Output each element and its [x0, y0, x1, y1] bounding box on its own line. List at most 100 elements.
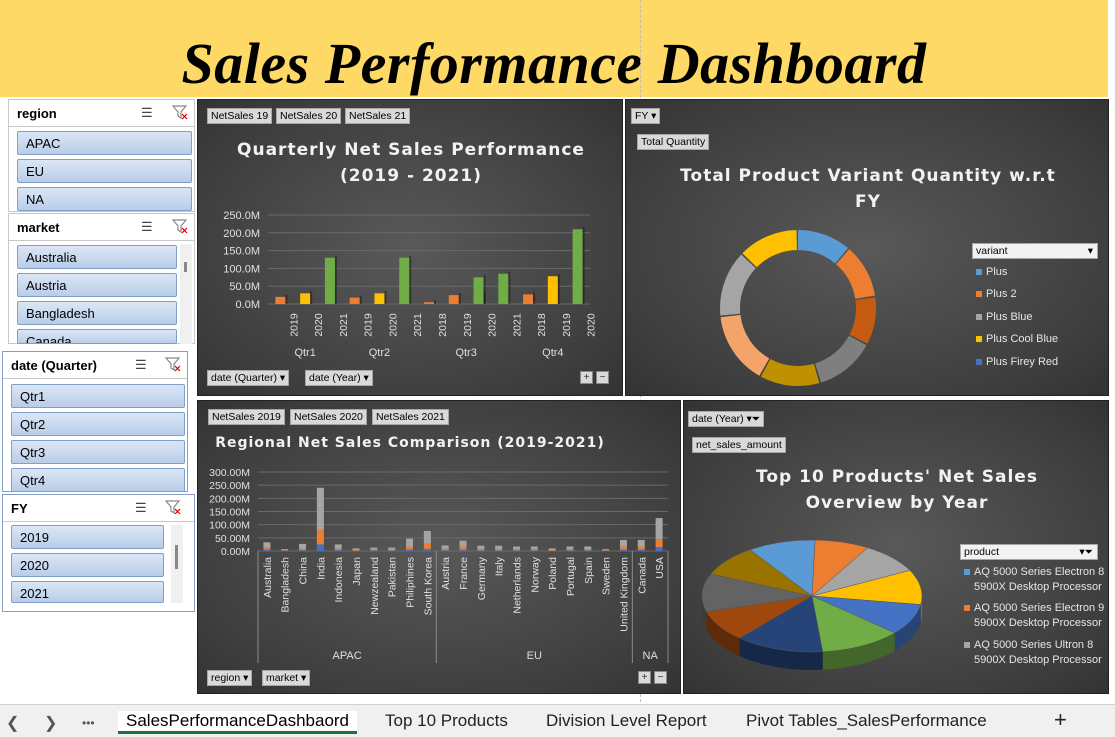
stacked-bar	[423, 530, 431, 544]
slicer-item-bangladesh[interactable]: Bangladesh	[17, 301, 177, 325]
y-tick-label: 100.00M	[209, 520, 250, 532]
tab-pivot-tables[interactable]: Pivot Tables_SalesPerformance	[746, 711, 987, 731]
top10-products-chart[interactable]: date (Year) ▾⏷ net_sales_amount Top 10 P…	[683, 400, 1109, 694]
slicer-item-qtr1[interactable]: Qtr1	[11, 384, 185, 408]
bar	[523, 294, 534, 304]
multi-select-icon[interactable]: ☰	[141, 219, 159, 235]
x-tick-label: Bangladesh	[280, 557, 292, 613]
bar-side	[434, 300, 436, 304]
slicer-item-2019[interactable]: 2019	[11, 525, 164, 549]
slicer-item-apac[interactable]: APAC	[17, 131, 192, 155]
slicer-item-qtr3[interactable]: Qtr3	[11, 440, 185, 464]
legend-label: AQ 5000 Series Ultron 8	[974, 639, 1094, 651]
quarter-slicer[interactable]: date (Quarter) ☰ Qtr1 Qtr2 Qtr3 Qtr4	[2, 351, 188, 492]
tab-division-level-report[interactable]: Division Level Report	[546, 711, 707, 731]
dropdown-arrow-icon[interactable]: ▾	[243, 672, 248, 684]
scroll-thumb[interactable]	[184, 262, 187, 272]
stacked-bar	[566, 549, 574, 551]
bar	[498, 273, 509, 304]
legend-item-plus-blue: Plus Blue	[976, 311, 1032, 323]
legend-swatch	[964, 569, 970, 576]
x-tick-label: Spain	[583, 557, 595, 584]
slicer-item-eu[interactable]: EU	[17, 159, 192, 183]
dropdown-arrow-icon[interactable]: ▾	[1088, 245, 1093, 257]
x-tick-label: 2020	[487, 313, 499, 337]
fy-slicer[interactable]: FY ☰ 2019 2020 2021	[2, 494, 195, 612]
x-tick-label: Sweden	[601, 557, 613, 595]
stacked-bar	[512, 550, 520, 551]
quarterly-net-sales-chart[interactable]: NetSales 19 NetSales 20 NetSales 21 Quar…	[197, 99, 623, 396]
slicer-item-2020[interactable]: 2020	[11, 553, 164, 577]
tab-salesperformancedashbaord[interactable]: SalesPerformanceDashbaord	[118, 711, 358, 734]
collapse-button[interactable]: −	[596, 371, 609, 384]
slicer-scrollbar[interactable]	[180, 244, 192, 344]
market-slicer[interactable]: market ☰ Australia Austria Bangladesh Ca…	[8, 213, 195, 344]
x-tick-label: 2019	[363, 313, 375, 337]
slicer-title: date (Quarter)	[11, 358, 97, 373]
scroll-thumb[interactable]	[175, 545, 178, 569]
legend-field-product[interactable]: product ▾⏷	[960, 544, 1098, 560]
region-slicer[interactable]: region ☰ APAC EU NA	[8, 99, 195, 212]
bar	[547, 276, 558, 304]
bar	[424, 302, 434, 304]
variant-quantity-chart[interactable]: FY ▾ Total Quantity Total Product Varian…	[625, 99, 1109, 396]
x-tick-label: France	[458, 557, 470, 590]
legend-item-product-1: AQ 5000 Series Electron 8 5900X Desktop P…	[964, 565, 1104, 595]
expand-button[interactable]: +	[580, 371, 593, 384]
filter-dropdown-icon[interactable]: ▾⏷	[1079, 546, 1093, 559]
stacked-bar	[441, 545, 449, 549]
field-button-date-year[interactable]: date (Year) ▾	[305, 370, 373, 386]
add-sheet-button[interactable]: +	[1054, 707, 1067, 733]
chevron-left-icon[interactable]: ❮	[6, 713, 19, 733]
x-tick-label: India	[315, 557, 327, 580]
chevron-right-icon[interactable]: ❯	[44, 713, 57, 733]
multi-select-icon[interactable]: ☰	[141, 105, 159, 121]
slicer-scrollbar[interactable]	[171, 525, 183, 603]
tab-top-10-products[interactable]: Top 10 Products	[385, 711, 508, 731]
slicer-item-australia[interactable]: Australia	[17, 245, 177, 269]
group-label: Qtr1	[294, 347, 315, 359]
x-tick-label: Austria	[440, 557, 452, 590]
slicer-item-canada[interactable]: Canada	[17, 329, 177, 344]
x-tick-label: Italy	[494, 556, 506, 576]
multi-select-icon[interactable]: ☰	[135, 500, 153, 516]
stacked-bar	[406, 549, 414, 551]
x-tick-label: Pakistan	[387, 557, 399, 597]
field-button-market[interactable]: market ▾	[262, 670, 311, 686]
clear-filter-icon[interactable]	[164, 498, 182, 516]
slicer-item-qtr4[interactable]: Qtr4	[11, 468, 185, 492]
dropdown-arrow-icon[interactable]: ▾	[301, 672, 306, 684]
stacked-bar	[655, 539, 663, 548]
excel-window: Sales Performance Dashboard region ☰ APA…	[0, 0, 1115, 737]
slicer-item-austria[interactable]: Austria	[17, 273, 177, 297]
dropdown-arrow-icon[interactable]: ▾	[363, 372, 368, 384]
slicer-title: region	[17, 106, 57, 121]
legend-field-variant[interactable]: variant ▾	[972, 243, 1098, 259]
sheet-tab-bar: ❮ ❯ ••• SalesPerformanceDashbaord Top 10…	[0, 704, 1115, 737]
slicer-item-2021[interactable]: 2021	[11, 581, 164, 603]
stacked-bar	[584, 550, 592, 551]
legend-swatch	[964, 642, 970, 649]
slicer-item-qtr2[interactable]: Qtr2	[11, 412, 185, 436]
dropdown-arrow-icon[interactable]: ▾	[280, 372, 285, 384]
stacked-bar	[584, 549, 592, 551]
field-button-date-quarter[interactable]: date (Quarter) ▾	[207, 370, 290, 386]
field-label: region	[211, 672, 241, 684]
stacked-bar	[388, 549, 396, 551]
slicer-item-na[interactable]: NA	[17, 187, 192, 211]
clear-filter-icon[interactable]	[171, 217, 189, 235]
stacked-bar	[423, 548, 431, 551]
field-button-region[interactable]: region ▾	[207, 670, 253, 686]
expand-button[interactable]: +	[638, 671, 651, 684]
clear-filter-icon[interactable]	[171, 103, 189, 121]
bar	[324, 257, 335, 304]
clear-filter-icon[interactable]	[164, 355, 182, 373]
more-sheets-button[interactable]: •••	[82, 716, 95, 730]
x-tick-label: Australia	[262, 557, 274, 598]
stacked-bar	[584, 546, 592, 550]
regional-net-sales-chart[interactable]: NetSales 2019 NetSales 2020 NetSales 202…	[197, 400, 681, 694]
group-label: Qtr2	[369, 347, 390, 359]
collapse-button[interactable]: −	[654, 671, 667, 684]
multi-select-icon[interactable]: ☰	[135, 357, 153, 373]
y-tick-label: 300.00M	[209, 467, 250, 479]
